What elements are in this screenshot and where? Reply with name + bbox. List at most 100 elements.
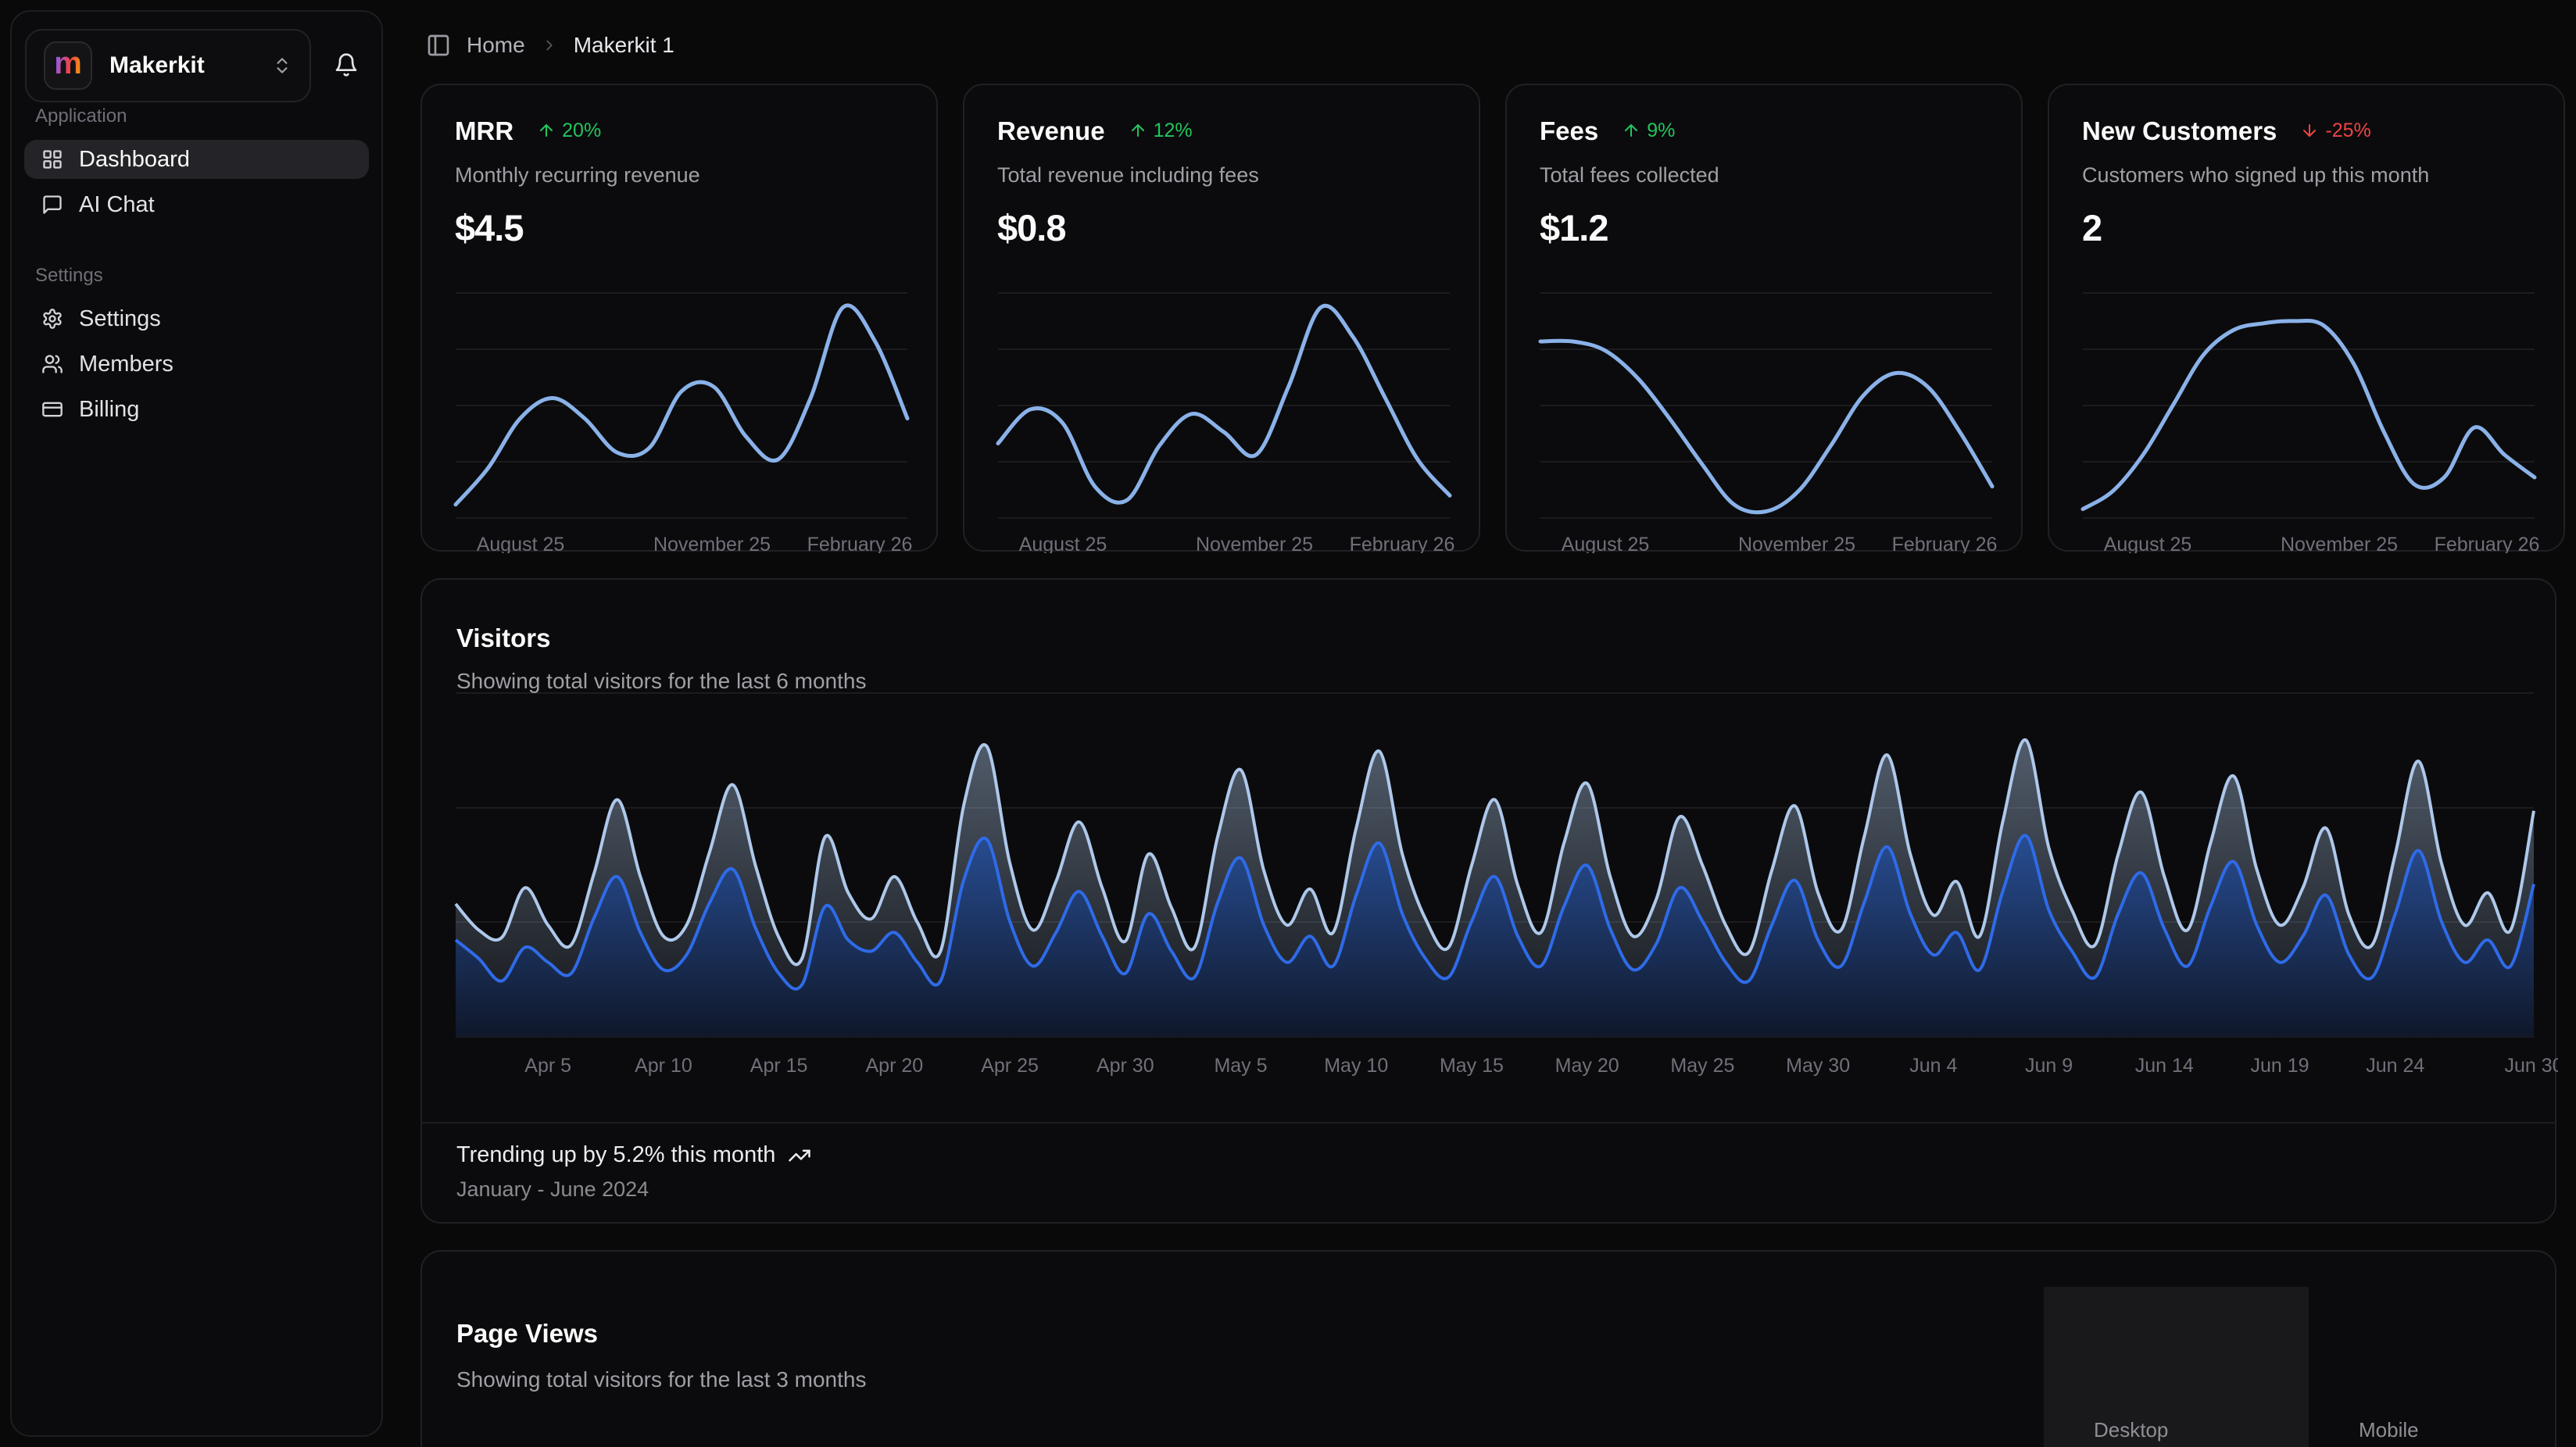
sidebar-item-label: Dashboard: [79, 147, 190, 173]
panel-left-icon[interactable]: [426, 33, 451, 58]
stat-card-subtitle: Total fees collected: [1540, 163, 1988, 188]
trend-badge: 12%: [1129, 120, 1193, 142]
svg-text:May 30: May 30: [1786, 1055, 1850, 1077]
sidebar-item-label: Billing: [79, 397, 139, 423]
visitors-trend-text: Trending up by 5.2% this month: [456, 1142, 775, 1168]
trend-change: -25%: [2325, 120, 2370, 142]
svg-text:February 26: February 26: [1350, 534, 1455, 553]
stat-card-subtitle: Customers who signed up this month: [2082, 163, 2531, 188]
visitors-header: Visitors Showing total visitors for the …: [422, 580, 2555, 694]
svg-text:Apr 25: Apr 25: [981, 1055, 1039, 1077]
stat-card-header: Fees 9% Total fees collected $1.2: [1507, 85, 2021, 249]
svg-text:November 25: November 25: [1196, 534, 1313, 553]
svg-text:May 10: May 10: [1324, 1055, 1388, 1077]
sidebar-item-members[interactable]: Members: [24, 345, 369, 384]
sidebar-item-ai-chat[interactable]: AI Chat: [24, 185, 369, 224]
chevrons-up-down-icon: [272, 55, 292, 76]
breadcrumb-current: Makerkit 1: [574, 33, 674, 58]
svg-text:May 25: May 25: [1670, 1055, 1734, 1077]
page-views-subtitle: Showing total visitors for the last 3 mo…: [456, 1367, 866, 1392]
svg-text:Jun 30: Jun 30: [2504, 1055, 2558, 1077]
sidebar-item-billing[interactable]: Billing: [24, 390, 369, 429]
svg-text:Jun 24: Jun 24: [2366, 1055, 2424, 1077]
stat-card-value: $0.8: [997, 206, 1446, 249]
svg-text:Jun 14: Jun 14: [2135, 1055, 2194, 1077]
page-views-desktop-label: Desktop: [2094, 1418, 2309, 1442]
stat-card-title: MRR: [455, 116, 513, 146]
layout-grid-icon: [41, 148, 63, 170]
svg-text:August 25: August 25: [2104, 534, 2192, 553]
chevron-right-icon: [541, 37, 558, 54]
trend-change: 20%: [562, 120, 601, 142]
svg-text:May 5: May 5: [1214, 1055, 1267, 1077]
stat-card-subtitle: Monthly recurring revenue: [455, 163, 903, 188]
sidebar-nav: ApplicationDashboardAI ChatSettingsSetti…: [24, 105, 369, 435]
breadcrumb-home[interactable]: Home: [467, 33, 525, 58]
stat-card-title: New Customers: [2082, 116, 2277, 146]
message-square-icon: [41, 194, 63, 216]
sidebar-item-settings[interactable]: Settings: [24, 299, 369, 338]
stat-card-mrr: MRR 20% Monthly recurring revenue $4.5 Augus…: [420, 84, 938, 552]
svg-text:Apr 30: Apr 30: [1097, 1055, 1154, 1077]
arrow-down-icon: [2300, 121, 2319, 140]
trend-change: 9%: [1647, 120, 1675, 142]
svg-text:Apr 5: Apr 5: [524, 1055, 571, 1077]
trending-up-icon: [788, 1144, 811, 1167]
svg-text:November 25: November 25: [2281, 534, 2398, 553]
svg-text:February 26: February 26: [807, 534, 913, 553]
nav-section-label-application: Application: [24, 105, 369, 127]
stat-card-value: $1.2: [1540, 206, 1988, 249]
svg-text:November 25: November 25: [1738, 534, 1855, 553]
team-selector[interactable]: m Makerkit: [25, 29, 311, 102]
breadcrumb: Home Makerkit 1: [426, 30, 674, 61]
svg-text:February 26: February 26: [2435, 534, 2540, 553]
makerkit-logo: m: [44, 41, 92, 90]
page-views-tab-mobile[interactable]: Mobile 25,010: [2309, 1287, 2556, 1447]
visitors-card: Visitors Showing total visitors for the …: [420, 578, 2556, 1224]
page-views-mobile-label: Mobile: [2359, 1418, 2556, 1442]
page-views-title: Page Views: [456, 1319, 866, 1349]
svg-text:May 15: May 15: [1440, 1055, 1504, 1077]
svg-text:Apr 15: Apr 15: [750, 1055, 808, 1077]
svg-text:May 20: May 20: [1555, 1055, 1619, 1077]
visitors-subtitle: Showing total visitors for the last 6 mo…: [456, 669, 2521, 694]
arrow-up-icon: [1622, 121, 1640, 140]
stat-card-header: Revenue 12% Total revenue including fees $0…: [964, 85, 1479, 249]
svg-text:August 25: August 25: [1562, 534, 1650, 553]
gear-icon: [41, 308, 63, 330]
visitors-title: Visitors: [456, 623, 2521, 653]
svg-text:Jun 4: Jun 4: [1909, 1055, 1957, 1077]
page-views-tab-desktop[interactable]: Desktop 24,828: [2044, 1287, 2309, 1447]
trend-badge: 9%: [1622, 120, 1675, 142]
stat-card-title: Revenue: [997, 116, 1105, 146]
stat-card-value: $4.5: [455, 206, 903, 249]
page-views-card: Page Views Showing total visitors for th…: [420, 1250, 2556, 1447]
stat-card-revenue: Revenue 12% Total revenue including fees $0…: [963, 84, 1480, 552]
trend-change: 12%: [1154, 120, 1193, 142]
page-views-header: Page Views Showing total visitors for th…: [456, 1319, 866, 1392]
svg-text:August 25: August 25: [477, 534, 565, 553]
credit-card-icon: [41, 398, 63, 420]
sidebar-item-label: Members: [79, 352, 174, 377]
stat-card-fees: Fees 9% Total fees collected $1.2 August 25 N…: [1505, 84, 2023, 552]
sidebar: m Makerkit Application Dashboard AI Chat Se…: [10, 10, 383, 1437]
svg-text:Jun 9: Jun 9: [2025, 1055, 2073, 1077]
makerkit-logo-letter: m: [54, 48, 82, 79]
svg-text:November 25: November 25: [653, 534, 771, 553]
visitors-date-range: January - June 2024: [456, 1177, 2521, 1202]
sidebar-item-label: Settings: [79, 306, 161, 332]
stat-card-title: Fees: [1540, 116, 1598, 146]
stat-card-value: 2: [2082, 206, 2531, 249]
svg-text:February 26: February 26: [1892, 534, 1998, 553]
sidebar-item-label: AI Chat: [79, 192, 155, 218]
brand-name: Makerkit: [109, 52, 205, 79]
stat-card-header: New Customers -25% Customers who signed up…: [2049, 85, 2563, 249]
svg-text:Jun 19: Jun 19: [2250, 1055, 2309, 1077]
trend-badge: -25%: [2300, 120, 2370, 142]
sidebar-item-dashboard[interactable]: Dashboard: [24, 140, 369, 179]
arrow-up-icon: [1129, 121, 1147, 140]
trend-badge: 20%: [537, 120, 601, 142]
notifications-bell-icon[interactable]: [334, 52, 359, 77]
svg-text:August 25: August 25: [1019, 534, 1107, 553]
stat-card-subtitle: Total revenue including fees: [997, 163, 1446, 188]
